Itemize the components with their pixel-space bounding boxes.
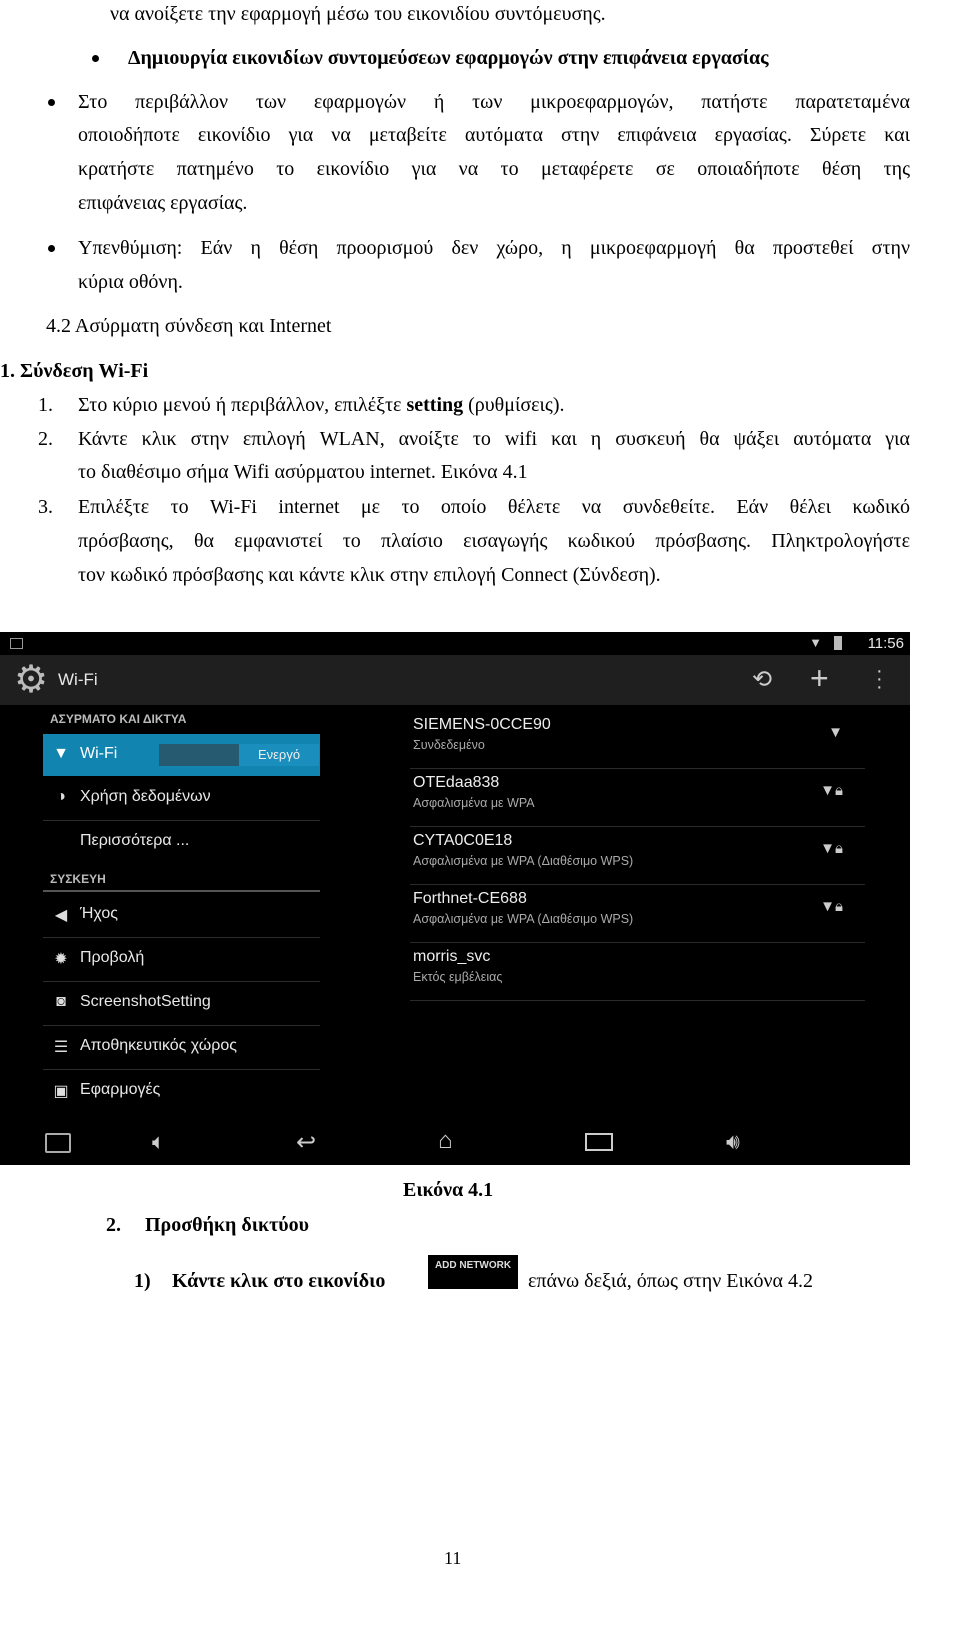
wifi-toggle[interactable]: Ενεργό xyxy=(159,744,319,766)
step-text: (ρυθμίσεις). xyxy=(463,394,565,416)
bullet xyxy=(48,99,55,106)
step-number: 1. xyxy=(38,394,53,416)
home-icon[interactable]: ⌂ xyxy=(438,1127,453,1155)
nav-bar: 🔈︎ ↩ ⌂ 🔊︎ xyxy=(0,1125,910,1165)
step-line: Στο κύριο μενού ή περιβάλλον, επιλέξτε s… xyxy=(78,393,565,417)
speaker-icon: ◀ xyxy=(54,907,68,924)
item-label: Wi-Fi xyxy=(80,745,118,762)
item-number: 1) xyxy=(134,1270,151,1292)
network-item[interactable]: morris_svc Εκτός εμβέλειας xyxy=(410,942,865,1001)
notification-icon xyxy=(10,638,23,649)
back-icon[interactable]: ↩ xyxy=(296,1128,316,1157)
network-item[interactable]: SIEMENS-0CCE90 Συνδεδεμένο ▼ xyxy=(410,710,865,769)
network-status: Συνδεδεμένο xyxy=(413,738,485,752)
brightness-icon: ✹ xyxy=(54,951,68,968)
item-label: Χρήση δεδομένων xyxy=(80,788,211,805)
android-wifi-screenshot: ▼ 11:56 ⚙ Wi-Fi ⟲ + · · · ΑΣΥΡΜΑΤΟ ΚΑΙ ΔΙΚ… xyxy=(0,632,910,1165)
overflow-menu-icon[interactable]: · · · xyxy=(876,661,883,697)
paragraph-line: Στο περιβάλλον των εφαρμογών ή των μικρο… xyxy=(78,91,910,113)
network-name: morris_svc xyxy=(413,948,491,965)
item-label: Περισσότερα ... xyxy=(80,832,190,849)
network-status: Εκτός εμβέλειας xyxy=(413,970,503,984)
status-time: 11:56 xyxy=(867,635,904,652)
bullet xyxy=(48,245,55,252)
step-number: 3. xyxy=(38,496,53,518)
section-header: ΑΣΥΡΜΑΤΟ ΚΑΙ ΔΙΚΤΥΑ xyxy=(50,712,187,726)
step-line: Κάντε κλικ στην επιλογή WLAN, ανοίξτε το… xyxy=(78,428,910,450)
wifi-icon: ▼ xyxy=(53,745,69,762)
step-number: 2. xyxy=(38,428,53,450)
network-status: Ασφαλισμένα με WPA xyxy=(413,796,535,810)
storage-icon: ☰ xyxy=(53,1039,69,1056)
step-text: Στο κύριο μενού ή περιβάλλον, επιλέξτε xyxy=(78,394,407,416)
divider xyxy=(43,890,320,892)
item-text: επάνω δεξιά, όπως στην Εικόνα 4.2 xyxy=(528,1270,814,1292)
add-network-button-image: ADD NETWORK xyxy=(428,1255,518,1289)
action-bar: ⚙ Wi-Fi ⟲ + · · · xyxy=(0,655,910,705)
figure-caption: Εικόνα 4.1 xyxy=(403,1179,494,1201)
screenshot-icon[interactable] xyxy=(45,1133,71,1153)
network-name: CYTA0C0E18 xyxy=(413,832,513,849)
page-number: 11 xyxy=(444,1548,462,1568)
action-bar-title: Wi-Fi xyxy=(58,670,98,689)
step-line: το διαθέσιμο σήμα Wifi ασύρματου interne… xyxy=(78,461,528,483)
bullet xyxy=(92,55,99,62)
section-header: ΣΥΣΚΕΥΗ xyxy=(50,872,106,886)
item-label: Εφαρμογές xyxy=(80,1081,161,1098)
battery-icon xyxy=(834,636,842,650)
wifi-lock-icon: ▼🔒︎ xyxy=(820,840,843,857)
data-usage-icon: ◑ xyxy=(56,788,66,805)
bullet-heading: Δημιουργία εικονιδίων συντομεύσεων εφαρμ… xyxy=(128,47,769,69)
step-line: πρόσβασης, θα εμφανιστεί το πλαίσιο εισα… xyxy=(78,530,910,552)
item-label: ScreenshotSetting xyxy=(80,993,211,1010)
step-line: Επιλέξτε το Wi-Fi internet με το οποίο θ… xyxy=(78,496,910,518)
add-network-icon[interactable]: + xyxy=(810,660,829,697)
wifi-status-icon: ▼ xyxy=(809,635,822,650)
recent-apps-icon[interactable] xyxy=(585,1133,613,1151)
step-keyword: setting xyxy=(406,394,464,416)
paragraph-line: Υπενθύμιση: Εάν η θέση προορισμού δεν χώ… xyxy=(78,237,910,259)
volume-down-icon[interactable]: 🔈︎ xyxy=(152,1129,165,1155)
apps-icon: ▣ xyxy=(53,1083,69,1100)
section-number: 2. xyxy=(106,1214,121,1236)
step-line: τον κωδικό πρόσβασης και κάντε κλικ στην… xyxy=(78,564,661,586)
wps-icon[interactable]: ⟲ xyxy=(752,665,772,694)
toggle-on-label: Ενεργό xyxy=(239,744,319,766)
paragraph-line: επιφάνειας εργασίας. xyxy=(78,192,248,214)
item-label: Προβολή xyxy=(80,949,145,966)
volume-up-icon[interactable]: 🔊︎ xyxy=(726,1129,740,1155)
network-name: Forthnet-CE688 xyxy=(413,890,527,907)
paragraph-line: οποιοδήποτε εικονίδιο για να μεταβείτε α… xyxy=(78,124,910,146)
settings-item-more[interactable]: Περισσότερα ... xyxy=(43,821,320,864)
wifi-lock-icon: ▼🔒︎ xyxy=(820,782,843,799)
network-item[interactable]: CYTA0C0E18 Ασφαλισμένα με WPA (Διαθέσιμο … xyxy=(410,826,865,885)
network-item[interactable]: OTEdaa838 Ασφαλισμένα με WPA ▼🔒︎ xyxy=(410,768,865,827)
settings-item-sound[interactable]: ◀ Ήχος xyxy=(43,894,320,938)
document-page: να ανοίξετε την εφαρμογή μέσω του εικονι… xyxy=(0,0,960,1650)
section-heading: 4.2 Ασύρματη σύνδεση και Internet xyxy=(46,315,332,337)
item-label: Αποθηκευτικός χώρος xyxy=(80,1037,237,1054)
settings-item-storage[interactable]: ☰ Αποθηκευτικός χώρος xyxy=(43,1026,320,1070)
section-heading: Προσθήκη δικτύου xyxy=(145,1214,310,1236)
network-status: Ασφαλισμένα με WPA (Διαθέσιμο WPS) xyxy=(413,854,634,868)
settings-item-apps[interactable]: ▣ Εφαρμογές xyxy=(43,1070,320,1113)
paragraph-line: να ανοίξετε την εφαρμογή μέσω του εικονι… xyxy=(110,3,606,25)
paragraph-line: κύρια οθόνη. xyxy=(78,271,183,293)
settings-gear-icon[interactable]: ⚙ xyxy=(14,660,48,700)
item-text: Κάντε κλικ στο εικονίδιο xyxy=(172,1270,386,1292)
settings-item-display[interactable]: ✹ Προβολή xyxy=(43,938,320,982)
wifi-item[interactable]: ▼ Wi-Fi Ενεργό xyxy=(43,734,320,776)
network-status: Ασφαλισμένα με WPA (Διαθέσιμο WPS) xyxy=(413,912,634,926)
network-name: OTEdaa838 xyxy=(413,774,500,791)
paragraph-line: κρατήστε πατημένο το εικονίδιο για να το… xyxy=(78,158,910,180)
wifi-lock-icon: ▼🔒︎ xyxy=(820,898,843,915)
network-name: SIEMENS-0CCE90 xyxy=(413,716,551,733)
network-item[interactable]: Forthnet-CE688 Ασφαλισμένα με WPA (Διαθέσ… xyxy=(410,884,865,943)
settings-item-screenshot[interactable]: ◙ ScreenshotSetting xyxy=(43,982,320,1026)
wifi-icon: ▼ xyxy=(828,724,843,741)
camera-icon: ◙ xyxy=(56,993,66,1010)
subsection-heading: 1. Σύνδεση Wi-Fi xyxy=(0,360,149,382)
item-label: Ήχος xyxy=(80,905,118,922)
settings-item-data-usage[interactable]: ◑ Χρήση δεδομένων xyxy=(43,777,320,821)
